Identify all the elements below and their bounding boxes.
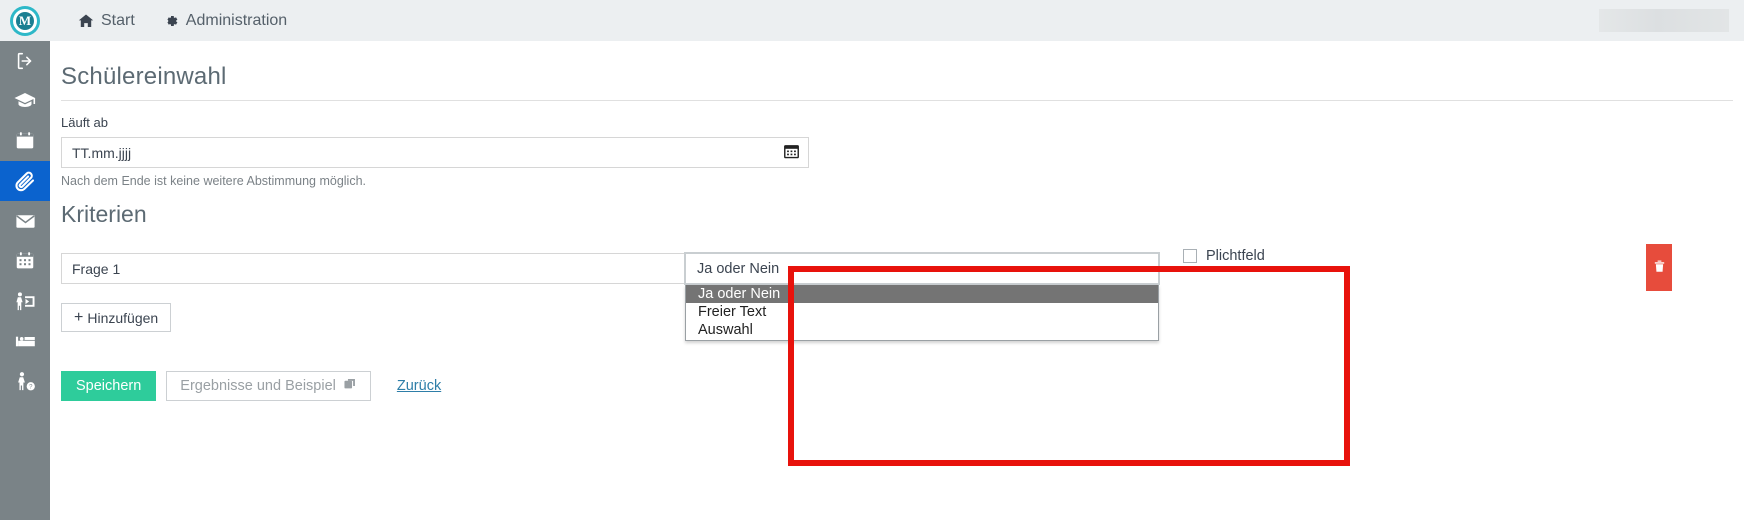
add-criterion-label: Hinzufügen — [87, 309, 159, 326]
question-type-select-value: Ja oder Nein — [697, 260, 780, 277]
person-exit-icon — [14, 290, 37, 313]
results-preview-label: Ergebnisse und Beispiel — [180, 378, 336, 394]
question-type-option-list[interactable]: Ja oder Nein Freier Text Auswahl — [685, 285, 1159, 341]
home-icon — [78, 13, 94, 29]
trash-icon — [1652, 259, 1667, 277]
external-window-icon — [343, 377, 357, 395]
chevron-down-icon — [1130, 261, 1158, 276]
app-root: M Start Administration ? Schülereinwahl … — [0, 0, 1744, 520]
results-preview-button[interactable]: Ergebnisse und Beispiel — [166, 371, 371, 401]
form-action-bar: Speichern Ergebnisse und Beispiel Zurück — [61, 371, 441, 401]
back-link[interactable]: Zurück — [397, 378, 441, 394]
delete-criterion-button[interactable] — [1646, 244, 1672, 291]
graduation-cap-icon — [13, 89, 37, 113]
user-account-area-redacted[interactable] — [1599, 9, 1729, 32]
save-button[interactable]: Speichern — [61, 371, 157, 401]
sidebar-item-leave[interactable] — [0, 281, 50, 321]
sidebar-item-logout[interactable] — [0, 41, 50, 81]
criteria-row: Ja oder Nein Ja oder Nein Freier Text Au… — [50, 41, 1744, 520]
top-navigation-bar: M Start Administration — [0, 0, 1744, 41]
sidebar-item-timetable[interactable] — [0, 241, 50, 281]
bed-icon — [14, 330, 37, 353]
logo-letter: M — [18, 13, 32, 28]
nav-item-start-label: Start — [101, 11, 135, 29]
nav-item-administration[interactable]: Administration — [149, 0, 301, 41]
required-checkbox-label: Plichtfeld — [1206, 248, 1265, 264]
question-text-input[interactable] — [61, 253, 761, 284]
plus-icon: + — [74, 308, 84, 326]
sidebar-item-support[interactable]: ? — [0, 361, 50, 401]
option-freier-text[interactable]: Freier Text — [686, 303, 1158, 321]
gear-icon — [163, 13, 179, 29]
required-checkbox[interactable] — [1183, 249, 1197, 263]
person-help-icon: ? — [14, 370, 37, 393]
sidebar-item-students[interactable] — [0, 81, 50, 121]
paperclip-icon — [13, 169, 37, 193]
circular-m-logo-icon: M — [10, 5, 40, 36]
question-type-select[interactable]: Ja oder Nein — [684, 252, 1160, 285]
sidebar-item-calendar-blank[interactable] — [0, 121, 50, 161]
main-content: Schülereinwahl Läuft ab Nach dem Ende is… — [50, 41, 1744, 520]
calendar-blank-icon — [14, 130, 36, 152]
envelope-icon — [14, 210, 37, 233]
logout-icon — [14, 50, 36, 72]
nav-item-administration-label: Administration — [185, 11, 288, 29]
calendar-days-icon — [14, 250, 36, 272]
sidebar-item-messages[interactable] — [0, 201, 50, 241]
nav-item-start[interactable]: Start — [64, 0, 149, 41]
option-ja-oder-nein[interactable]: Ja oder Nein — [686, 285, 1158, 303]
required-checkbox-wrapper: Plichtfeld — [1183, 248, 1265, 264]
left-sidebar: ? — [0, 41, 50, 520]
sidebar-item-boarding[interactable] — [0, 321, 50, 361]
add-criterion-button[interactable]: + Hinzufügen — [61, 303, 172, 332]
sidebar-item-attachments[interactable] — [0, 161, 50, 201]
app-logo[interactable]: M — [0, 0, 50, 41]
option-auswahl[interactable]: Auswahl — [686, 321, 1158, 339]
